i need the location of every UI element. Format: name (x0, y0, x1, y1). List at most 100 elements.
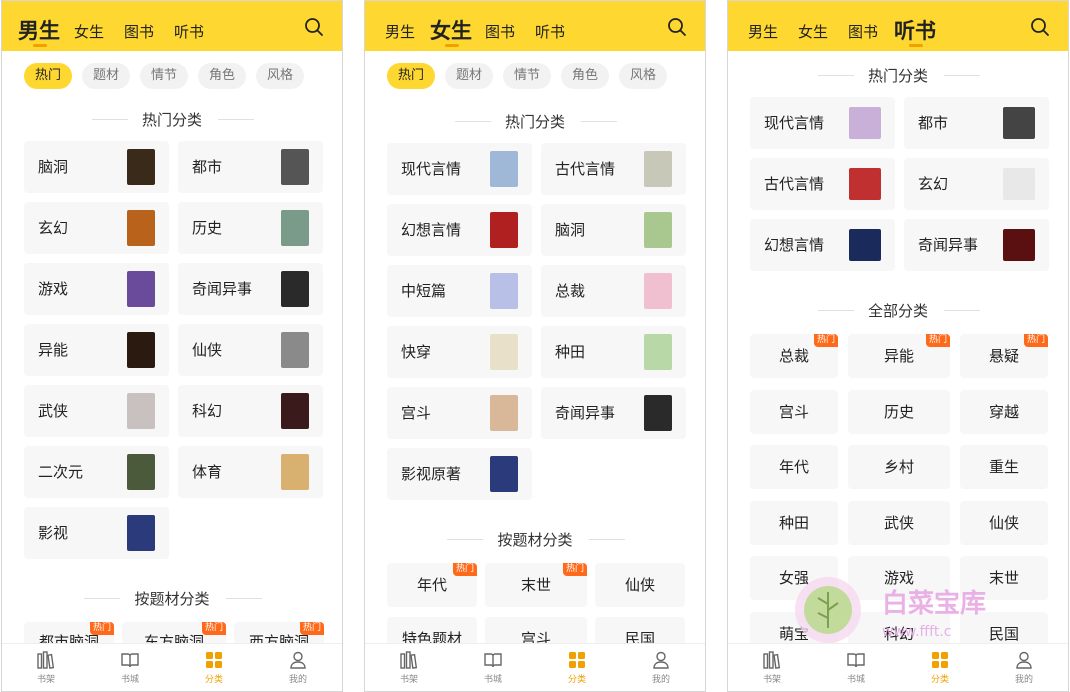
category-card[interactable]: 古代言情 (541, 143, 686, 195)
category-card[interactable]: 玄幻 (904, 158, 1049, 210)
book-cover (127, 393, 155, 429)
tab-female[interactable]: 女生 (430, 15, 472, 45)
nav-category[interactable]: 分类 (184, 650, 244, 685)
divider (589, 539, 625, 540)
genre-label: 宫斗 (778, 403, 809, 421)
bottom-nav: 书架 书城 分类 我的 (2, 643, 342, 691)
tab-books[interactable]: 图书 (848, 21, 878, 42)
genre-card[interactable]: 宫斗 (750, 390, 838, 434)
chip-hot[interactable]: 热门 (24, 63, 72, 89)
category-card[interactable]: 奇闻异事 (178, 263, 323, 315)
nav-bookstore[interactable]: 书城 (100, 650, 160, 685)
category-card[interactable]: 现代言情 (750, 97, 895, 149)
category-card[interactable]: 玄幻 (24, 202, 169, 254)
nav-category[interactable]: 分类 (547, 650, 607, 685)
chip-style[interactable]: 风格 (256, 63, 304, 89)
nav-profile[interactable]: 我的 (994, 650, 1054, 685)
category-card[interactable]: 中短篇 (387, 265, 532, 317)
genre-card[interactable]: 总裁 热门 (750, 334, 838, 378)
chip-role[interactable]: 角色 (561, 63, 609, 89)
category-card[interactable]: 奇闻异事 (541, 387, 686, 439)
category-label: 影视原著 (401, 465, 462, 483)
nav-bookstore[interactable]: 书城 (826, 650, 886, 685)
genre-card[interactable]: 年代 (750, 445, 838, 489)
category-card[interactable]: 游戏 (24, 263, 169, 315)
tab-male[interactable]: 男生 (748, 21, 778, 42)
search-icon[interactable] (667, 17, 687, 37)
category-label: 历史 (192, 219, 223, 237)
category-card[interactable]: 仙侠 (178, 324, 323, 376)
chip-plot[interactable]: 情节 (140, 63, 188, 89)
nav-bookshelf[interactable]: 书架 (742, 650, 802, 685)
category-card[interactable]: 现代言情 (387, 143, 532, 195)
category-card[interactable]: 历史 (178, 202, 323, 254)
bottom-nav: 书架 书城 分类 我的 (728, 643, 1068, 691)
category-card[interactable]: 古代言情 (750, 158, 895, 210)
category-label: 种田 (555, 343, 586, 361)
hot-badge: 热门 (299, 622, 324, 635)
nav-bookshelf[interactable]: 书架 (379, 650, 439, 685)
category-card[interactable]: 幻想言情 (387, 204, 532, 256)
nav-profile[interactable]: 我的 (268, 650, 328, 685)
tab-male[interactable]: 男生 (18, 15, 60, 45)
chip-topic[interactable]: 题材 (445, 63, 493, 89)
category-card[interactable]: 异能 (24, 324, 169, 376)
topic-card[interactable]: 末世 热门 (485, 563, 587, 607)
category-label: 仙侠 (192, 341, 223, 359)
nav-bookshelf[interactable]: 书架 (16, 650, 76, 685)
chip-style[interactable]: 风格 (619, 63, 667, 89)
section-title: 按题材分类 (497, 531, 573, 549)
tab-female[interactable]: 女生 (74, 21, 104, 42)
category-card[interactable]: 幻想言情 (750, 219, 895, 271)
category-card[interactable]: 奇闻异事 (904, 219, 1049, 271)
tab-female[interactable]: 女生 (798, 21, 828, 42)
tab-male[interactable]: 男生 (385, 21, 415, 42)
category-label: 奇闻异事 (192, 280, 253, 298)
tab-books[interactable]: 图书 (485, 21, 515, 42)
genre-card[interactable]: 武侠 (848, 501, 950, 545)
audio-cover (849, 168, 881, 200)
search-icon[interactable] (304, 17, 324, 37)
search-icon[interactable] (1030, 17, 1050, 37)
tab-audio[interactable]: 听书 (894, 15, 936, 45)
tab-indicator (33, 44, 47, 47)
nav-profile[interactable]: 我的 (631, 650, 691, 685)
tab-audio[interactable]: 听书 (174, 21, 204, 42)
category-card[interactable]: 二次元 (24, 446, 169, 498)
genre-card[interactable]: 穿越 (960, 390, 1048, 434)
nav-category[interactable]: 分类 (910, 650, 970, 685)
category-label: 奇闻异事 (555, 404, 616, 422)
category-card[interactable]: 总裁 (541, 265, 686, 317)
category-card[interactable]: 体育 (178, 446, 323, 498)
genre-card[interactable]: 悬疑 热门 (960, 334, 1048, 378)
genre-card[interactable]: 历史 (848, 390, 950, 434)
category-card[interactable]: 影视 (24, 507, 169, 559)
category-card[interactable]: 都市 (178, 141, 323, 193)
chip-hot[interactable]: 热门 (387, 63, 435, 89)
category-card[interactable]: 武侠 (24, 385, 169, 437)
genre-card[interactable]: 重生 (960, 445, 1048, 489)
category-label: 武侠 (38, 402, 69, 420)
nav-bookstore[interactable]: 书城 (463, 650, 523, 685)
book-cover (281, 271, 309, 307)
chip-topic[interactable]: 题材 (82, 63, 130, 89)
chip-role[interactable]: 角色 (198, 63, 246, 89)
genre-card[interactable]: 异能 热门 (848, 334, 950, 378)
category-card[interactable]: 快穿 (387, 326, 532, 378)
category-card[interactable]: 都市 (904, 97, 1049, 149)
category-card[interactable]: 种田 (541, 326, 686, 378)
category-card[interactable]: 影视原著 (387, 448, 532, 500)
category-card[interactable]: 脑洞 (541, 204, 686, 256)
topic-card[interactable]: 年代 热门 (387, 563, 477, 607)
tab-audio[interactable]: 听书 (535, 21, 565, 42)
genre-card[interactable]: 仙侠 (960, 501, 1048, 545)
topic-card[interactable]: 仙侠 (595, 563, 685, 607)
audio-cover (1003, 168, 1035, 200)
genre-card[interactable]: 乡村 (848, 445, 950, 489)
chip-plot[interactable]: 情节 (503, 63, 551, 89)
category-card[interactable]: 宫斗 (387, 387, 532, 439)
genre-card[interactable]: 种田 (750, 501, 838, 545)
category-card[interactable]: 脑洞 (24, 141, 169, 193)
category-card[interactable]: 科幻 (178, 385, 323, 437)
tab-books[interactable]: 图书 (124, 21, 154, 42)
